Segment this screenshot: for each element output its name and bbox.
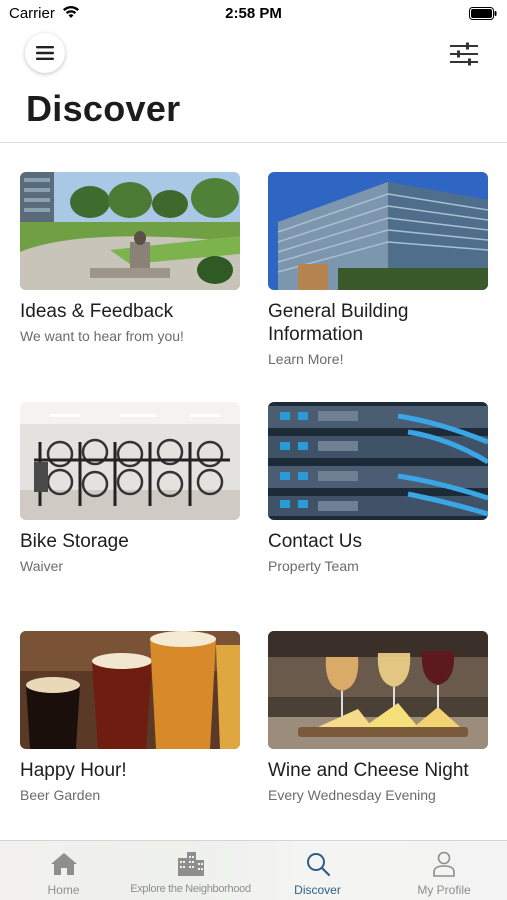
- card-subtitle: Learn More!: [268, 351, 344, 367]
- card-image-wine: [268, 631, 488, 749]
- card-subtitle: We want to hear from you!: [20, 328, 184, 344]
- tab-label: Explore the Neighborhood: [130, 883, 251, 895]
- card-happy-hour[interactable]: Happy Hour! Beer Garden: [20, 631, 240, 804]
- card-ideas-feedback[interactable]: Ideas & Feedback We want to hear from yo…: [20, 172, 240, 345]
- card-title: Happy Hour!: [20, 760, 127, 781]
- status-bar: Carrier 2:58 PM: [0, 0, 507, 28]
- card-bike-storage[interactable]: Bike Storage Waiver: [20, 402, 240, 575]
- card-image-beers: [20, 631, 240, 749]
- card-subtitle: Waiver: [20, 558, 64, 574]
- menu-button[interactable]: [25, 33, 65, 73]
- tab-label: Discover: [294, 883, 341, 897]
- tab-explore[interactable]: Explore the Neighborhood: [127, 841, 254, 900]
- card-image-servers: [268, 402, 488, 520]
- search-icon: [303, 851, 333, 877]
- tab-my-profile[interactable]: My Profile: [381, 841, 507, 900]
- tab-bar: Home Explore the Neighborhood Discover M…: [0, 840, 507, 900]
- card-wine-cheese[interactable]: Wine and Cheese Night Every Wednesday Ev…: [268, 631, 488, 804]
- tab-label: Home: [47, 883, 80, 897]
- city-icon: [176, 851, 206, 877]
- home-icon: [49, 851, 79, 877]
- card-image-park: [20, 172, 240, 290]
- filter-button[interactable]: [449, 40, 479, 68]
- card-title: Bike Storage: [20, 531, 129, 552]
- card-subtitle: Beer Garden: [20, 787, 101, 803]
- card-image-building: [268, 172, 488, 290]
- status-time: 2:58 PM: [225, 5, 282, 22]
- card-general-building[interactable]: General Building Information Learn More!: [268, 172, 488, 368]
- tab-home[interactable]: Home: [0, 841, 127, 900]
- card-title: Ideas & Feedback: [20, 301, 174, 322]
- sliders-icon: [450, 42, 478, 66]
- tab-label: My Profile: [417, 883, 471, 897]
- card-title: General Building Information: [268, 301, 409, 345]
- card-subtitle: Every Wednesday Evening: [268, 787, 436, 803]
- profile-icon: [429, 851, 459, 877]
- header-divider: [0, 142, 507, 143]
- card-contact-us[interactable]: Contact Us Property Team: [268, 402, 488, 575]
- card-title: Contact Us: [268, 531, 362, 552]
- page-title: Discover: [26, 88, 181, 129]
- card-image-bikes: [20, 402, 240, 520]
- card-subtitle: Property Team: [268, 558, 359, 574]
- tab-discover[interactable]: Discover: [254, 841, 381, 900]
- card-title: Wine and Cheese Night: [268, 760, 469, 781]
- battery-icon: [469, 7, 497, 20]
- hamburger-icon: [36, 46, 54, 60]
